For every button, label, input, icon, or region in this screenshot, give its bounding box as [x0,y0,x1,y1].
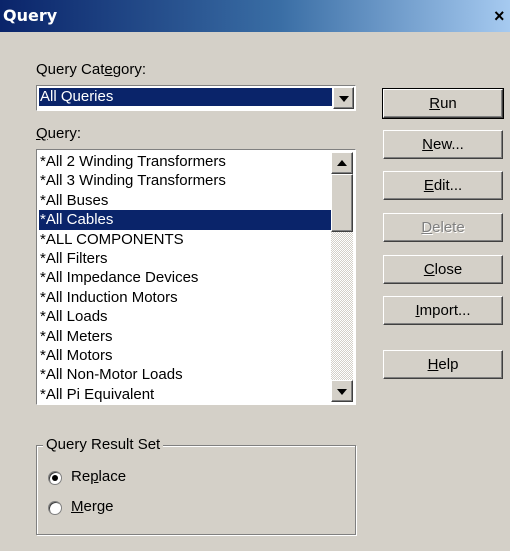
query-result-set-group [36,445,356,535]
list-item[interactable]: *All Buses [39,191,331,210]
edit-button-rest: dit... [433,177,463,194]
list-item[interactable]: *ALL COMPONENTS [39,230,331,249]
new-button-rest: ew... [432,136,464,153]
close-icon[interactable]: × [494,4,510,28]
list-item[interactable]: *All Meters [39,327,331,346]
title-bar[interactable]: Query × [0,0,510,32]
query-dialog: Query × Query Category: All Queries Quer… [0,0,510,551]
list-item[interactable]: *All Motors [39,346,331,365]
import-button-rest: mport... [419,302,471,319]
query-category-value: All Queries [39,88,332,106]
list-item[interactable]: *All 3 Winding Transformers [39,171,331,190]
query-listbox[interactable]: *All 2 Winding Transformers *All 3 Windin… [36,149,356,405]
close-button-mnemonic: C [423,261,435,278]
replace-radio[interactable] [48,471,62,485]
delete-button-mnemonic: D [421,219,433,236]
help-button-rest: elp [438,356,459,373]
list-item[interactable]: *All Filters [39,249,331,268]
query-list-items: *All 2 Winding Transformers *All 3 Windin… [39,152,331,404]
close-button[interactable]: Close [383,255,503,284]
list-item[interactable]: *All Loads [39,307,331,326]
delete-button-rest: elete [432,219,465,236]
edit-button-mnemonic: E [423,177,434,194]
chevron-down-icon [337,389,347,395]
scroll-thumb[interactable] [331,174,353,232]
close-button-rest: lose [434,261,463,278]
query-result-set-label: Query Result Set [43,436,164,453]
list-item[interactable]: *All Non-Motor Loads [39,365,331,384]
list-item[interactable]: *All 2 Winding Transformers [39,152,331,171]
run-button-mnemonic: R [429,95,441,112]
query-category-label: Query Category: [36,61,147,78]
scroll-down-button[interactable] [331,380,353,402]
replace-label[interactable]: Replace [71,468,126,485]
query-label: Query: [36,125,82,142]
window-title: Query [3,6,58,25]
import-button[interactable]: Import... [383,296,503,325]
merge-label[interactable]: Merge [71,498,114,515]
list-item[interactable]: *All Impedance Devices [39,268,331,287]
edit-button[interactable]: Edit... [383,171,503,200]
chevron-down-icon [339,96,349,102]
radio-selected-dot [52,475,58,481]
dropdown-arrow-button[interactable] [333,87,354,109]
help-button[interactable]: Help [383,350,503,379]
chevron-up-icon [337,160,347,166]
list-item[interactable]: *All Induction Motors [39,288,331,307]
run-button[interactable]: Run [382,88,504,119]
list-item[interactable]: *All Pi Equivalent [39,385,331,404]
new-button[interactable]: New... [383,130,503,159]
delete-button: Delete [383,213,503,242]
vertical-scrollbar[interactable] [331,152,353,402]
run-button-rest: un [440,95,457,112]
merge-radio[interactable] [48,501,62,515]
scroll-up-button[interactable] [331,152,353,174]
new-button-mnemonic: N [422,136,433,153]
list-item[interactable]: *All Cables [39,210,331,230]
help-button-mnemonic: H [427,356,439,373]
query-category-dropdown[interactable]: All Queries [36,85,356,111]
